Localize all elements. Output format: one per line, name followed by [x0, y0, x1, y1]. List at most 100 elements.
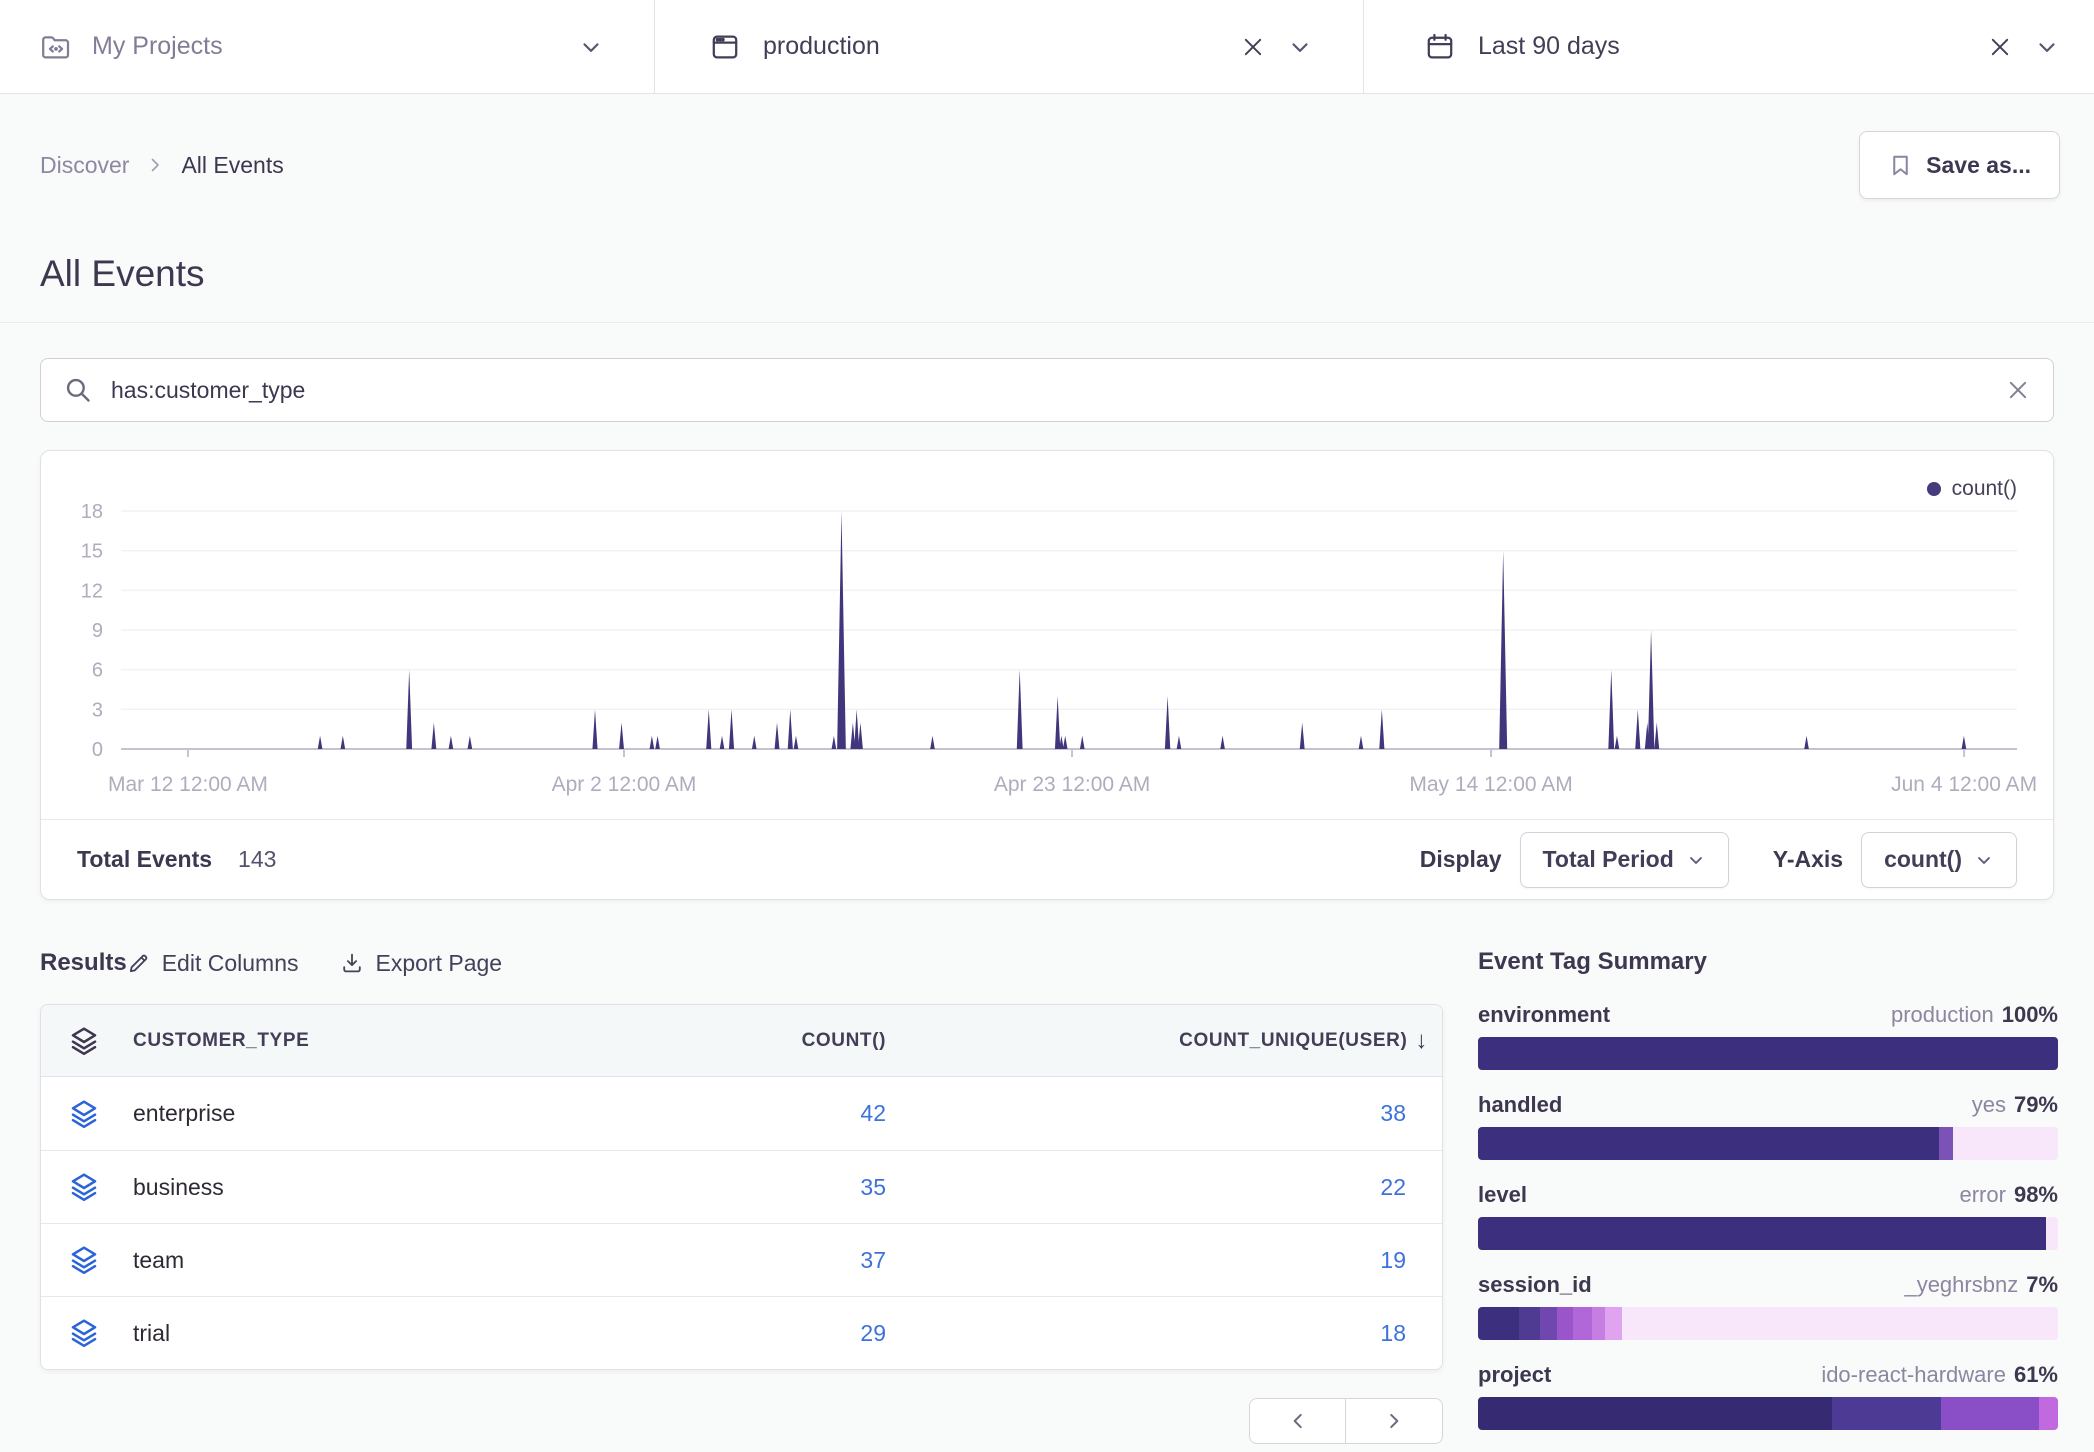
tag-percentage: 61%: [2014, 1362, 2058, 1387]
tag-bar-segment[interactable]: [1573, 1307, 1593, 1340]
clear-search-icon[interactable]: [2005, 377, 2031, 403]
search-input[interactable]: [109, 376, 2005, 405]
chevron-left-icon: [1287, 1410, 1309, 1432]
table-row: business3522: [41, 1150, 1442, 1223]
tag-bar-segment[interactable]: [1478, 1217, 2046, 1250]
count-unique-cell[interactable]: 38: [886, 1100, 1442, 1127]
date-range-filter[interactable]: Last 90 days: [1364, 0, 2094, 93]
stack-icon: [69, 1318, 133, 1348]
tag-bar: [1478, 1127, 2058, 1160]
count-unique-cell[interactable]: 18: [886, 1320, 1442, 1347]
count-cell[interactable]: 29: [566, 1320, 886, 1347]
results-table-body: enterprise4238business3522team3719trial2…: [41, 1077, 1442, 1369]
tag-percentage: 79%: [2014, 1092, 2058, 1117]
discover-all-events-page: My Projects production: [0, 0, 2094, 1416]
tag-bar-segment[interactable]: [1953, 1127, 2058, 1160]
tag-bar-segment[interactable]: [1478, 1397, 1832, 1430]
events-chart-panel: 0369121518Mar 12 12:00 AMApr 2 12:00 AMA…: [40, 450, 2054, 900]
page-title: All Events: [40, 253, 205, 295]
pagination: [1249, 1398, 1443, 1444]
total-events-label: Total Events: [77, 846, 212, 873]
tag-bar-segment[interactable]: [1941, 1397, 2038, 1430]
count-unique-cell[interactable]: 19: [886, 1247, 1442, 1274]
stack-icon: [69, 1245, 133, 1275]
count-cell[interactable]: 42: [566, 1100, 886, 1127]
tag-summary-heading: Event Tag Summary: [1478, 948, 2058, 976]
edit-columns-button[interactable]: Edit Columns: [127, 950, 299, 977]
tag-bar-segment[interactable]: [1605, 1307, 1622, 1340]
column-header-count[interactable]: COUNT(): [566, 1030, 886, 1052]
clear-date-range-icon[interactable]: [1988, 35, 2012, 59]
yaxis-dropdown-value: count(): [1884, 846, 1962, 873]
next-page-button[interactable]: [1346, 1398, 1443, 1444]
tag-bar-segment[interactable]: [1557, 1307, 1572, 1340]
chevron-down-icon: [1974, 850, 1994, 870]
tag-bar-segment[interactable]: [1478, 1037, 2058, 1070]
edit-columns-label: Edit Columns: [162, 950, 299, 977]
tag-bar-segment[interactable]: [1519, 1307, 1540, 1340]
project-selector[interactable]: My Projects: [0, 0, 654, 93]
count-cell[interactable]: 35: [566, 1174, 886, 1201]
svg-text:6: 6: [92, 660, 103, 682]
tag-bar: [1478, 1037, 2058, 1070]
chevron-down-icon[interactable]: [578, 34, 604, 60]
column-header-count-unique[interactable]: COUNT_UNIQUE(USER) ↓: [886, 1027, 1442, 1055]
tag-name: handled: [1478, 1092, 1562, 1118]
global-filter-bar: My Projects production: [0, 0, 2094, 94]
column-header-customer-type[interactable]: CUSTOMER_TYPE: [133, 1030, 566, 1052]
tag-bar-segment[interactable]: [1540, 1307, 1557, 1340]
chevron-right-icon: [145, 155, 165, 175]
tag-bar-segment[interactable]: [1832, 1397, 1942, 1430]
count-cell[interactable]: 37: [566, 1247, 886, 1274]
chevron-down-icon[interactable]: [1287, 34, 1313, 60]
tag-top-value: error: [1960, 1182, 2006, 1207]
total-events-value: 143: [238, 846, 276, 873]
customer-type-cell: trial: [133, 1320, 566, 1347]
yaxis-dropdown[interactable]: count(): [1861, 832, 2017, 888]
tag-summary-list: environmentproduction100%handledyes79%le…: [1478, 1002, 2058, 1430]
stack-icon: [69, 1099, 133, 1129]
breadcrumb-discover-link[interactable]: Discover: [40, 152, 129, 179]
chart-footer: Total Events 143 Display Total Period Y-…: [41, 819, 2053, 899]
environment-filter[interactable]: production: [655, 0, 1363, 93]
tag-top-value: ido-react-hardware: [1821, 1362, 2006, 1387]
date-range-label: Last 90 days: [1478, 32, 1620, 61]
display-dropdown[interactable]: Total Period: [1520, 832, 1729, 888]
table-row: trial2918: [41, 1296, 1442, 1369]
chevron-down-icon[interactable]: [2034, 34, 2060, 60]
tag-bar: [1478, 1217, 2058, 1250]
tag-top-value: yes: [1972, 1092, 2006, 1117]
results-header-row: Results Edit Columns Export Page: [40, 940, 1443, 986]
tag-bar-segment[interactable]: [2046, 1217, 2058, 1250]
customer-type-cell: team: [133, 1247, 566, 1274]
environment-filter-label: production: [763, 32, 880, 61]
tag-percentage: 7%: [2026, 1272, 2058, 1297]
svg-text:9: 9: [92, 620, 103, 642]
svg-text:3: 3: [92, 699, 103, 721]
svg-text:Apr 23 12:00 AM: Apr 23 12:00 AM: [994, 773, 1150, 796]
export-page-label: Export Page: [375, 950, 502, 977]
export-page-button[interactable]: Export Page: [340, 950, 502, 977]
svg-text:Apr 2 12:00 AM: Apr 2 12:00 AM: [552, 773, 697, 796]
tag-top-value: _yeghrsbnz: [1904, 1272, 2018, 1297]
table-header-row: CUSTOMER_TYPE COUNT() COUNT_UNIQUE(USER)…: [41, 1005, 1442, 1077]
display-dropdown-value: Total Period: [1543, 846, 1674, 873]
event-volume-chart[interactable]: 0369121518Mar 12 12:00 AMApr 2 12:00 AMA…: [41, 451, 2053, 821]
stack-icon: [69, 1172, 133, 1202]
tag-bar-segment[interactable]: [2039, 1397, 2058, 1430]
save-as-button[interactable]: Save as...: [1859, 131, 2060, 199]
count-unique-cell[interactable]: 22: [886, 1174, 1442, 1201]
previous-page-button[interactable]: [1249, 1398, 1346, 1444]
tag-bar: [1478, 1307, 2058, 1340]
tag-bar-segment[interactable]: [1478, 1307, 1519, 1340]
tag-entry: project ido-react-hardware 61%: [1478, 1362, 2058, 1430]
sort-desc-icon: ↓: [1415, 1027, 1428, 1055]
tag-bar-segment[interactable]: [1939, 1127, 1953, 1160]
tag-name: project: [1478, 1362, 1551, 1388]
clear-environment-icon[interactable]: [1241, 35, 1265, 59]
tag-bar-segment[interactable]: [1592, 1307, 1605, 1340]
tag-bar-segment[interactable]: [1622, 1307, 2058, 1340]
tag-top-value: production: [1891, 1002, 1994, 1027]
results-table: CUSTOMER_TYPE COUNT() COUNT_UNIQUE(USER)…: [40, 1004, 1443, 1370]
tag-bar-segment[interactable]: [1478, 1127, 1939, 1160]
